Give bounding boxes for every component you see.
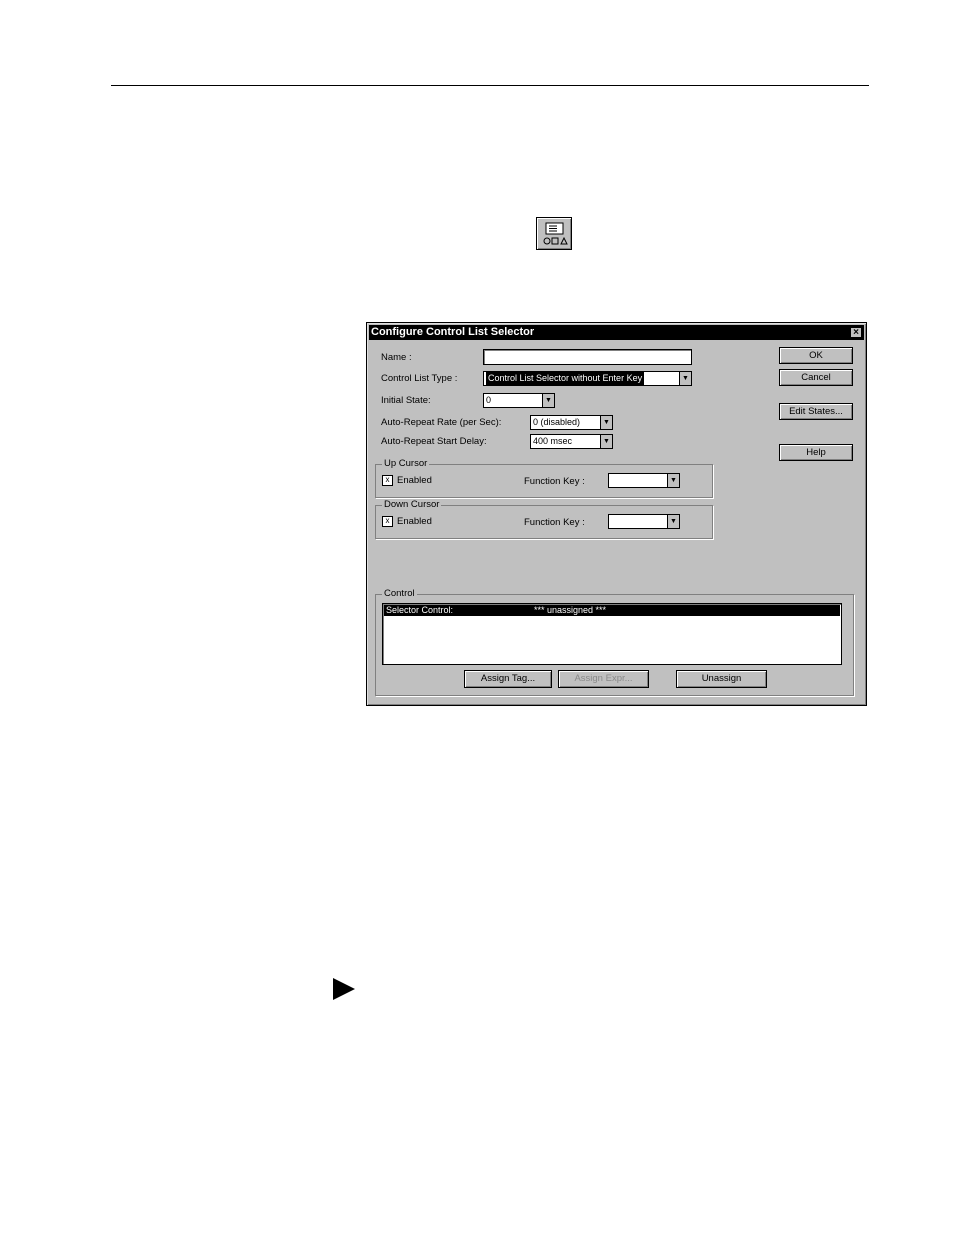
control-list-type-value: Control List Selector without Enter Key [486, 372, 645, 385]
auto-repeat-delay-select[interactable]: 400 msec ▼ [530, 434, 613, 449]
note-arrow-icon [333, 978, 355, 1000]
control-listbox[interactable]: Selector Control: *** unassigned *** [382, 603, 842, 665]
chevron-down-icon[interactable]: ▼ [542, 394, 554, 407]
auto-repeat-rate-label: Auto-Repeat Rate (per Sec): [381, 417, 502, 428]
page-rule [111, 85, 869, 86]
list-item[interactable]: Selector Control: *** unassigned *** [384, 605, 840, 616]
initial-state-select[interactable]: 0 ▼ [483, 393, 555, 408]
dialog-title: Configure Control List Selector [371, 326, 535, 338]
up-cursor-enabled-label: Enabled [397, 475, 432, 487]
dialog-titlebar: Configure Control List Selector × [369, 325, 864, 340]
configure-control-list-selector-dialog: Configure Control List Selector × Name :… [366, 322, 867, 706]
down-cursor-function-key-select[interactable]: ▼ [608, 514, 680, 529]
down-cursor-group-title: Down Cursor [382, 499, 442, 510]
chevron-down-icon[interactable]: ▼ [600, 416, 612, 429]
edit-states-button[interactable]: Edit States... [779, 403, 853, 420]
down-cursor-enabled-checkbox[interactable]: x Enabled [382, 516, 432, 527]
name-label: Name : [381, 352, 412, 363]
list-item-value: *** unassigned *** [534, 605, 607, 615]
up-cursor-enabled-checkbox[interactable]: x Enabled [382, 475, 432, 486]
auto-repeat-delay-label: Auto-Repeat Start Delay: [381, 436, 487, 447]
up-cursor-function-key-select[interactable]: ▼ [608, 473, 680, 488]
initial-state-value: 0 [486, 395, 492, 405]
assign-expr-button[interactable]: Assign Expr... [558, 670, 649, 688]
chevron-down-icon[interactable]: ▼ [679, 372, 691, 385]
chevron-down-icon[interactable]: ▼ [667, 515, 679, 528]
ok-button[interactable]: OK [779, 347, 853, 364]
down-cursor-function-key-label: Function Key : [524, 517, 585, 528]
assign-tag-button[interactable]: Assign Tag... [464, 670, 552, 688]
down-cursor-group: Down Cursor x Enabled Function Key : ▼ [375, 499, 713, 539]
auto-repeat-rate-value: 0 (disabled) [533, 417, 581, 427]
control-list-type-select[interactable]: Control List Selector without Enter Key … [483, 371, 692, 386]
check-icon: x [382, 516, 393, 527]
auto-repeat-rate-select[interactable]: 0 (disabled) ▼ [530, 415, 613, 430]
list-item-name: Selector Control: [386, 605, 454, 615]
cancel-button[interactable]: Cancel [779, 369, 853, 386]
up-cursor-group-title: Up Cursor [382, 458, 430, 469]
chevron-down-icon[interactable]: ▼ [667, 474, 679, 487]
control-group-title: Control [382, 588, 417, 599]
up-cursor-group: Up Cursor x Enabled Function Key : ▼ [375, 458, 713, 498]
close-button[interactable]: × [850, 327, 862, 338]
auto-repeat-delay-value: 400 msec [533, 436, 573, 446]
up-cursor-function-key-label: Function Key : [524, 476, 585, 487]
close-icon: × [853, 327, 859, 338]
down-cursor-enabled-label: Enabled [397, 516, 432, 528]
help-button[interactable]: Help [779, 444, 853, 461]
check-icon: x [382, 475, 393, 486]
name-input[interactable] [483, 349, 692, 365]
control-list-selector-tool-icon [536, 217, 572, 250]
unassign-button[interactable]: Unassign [676, 670, 767, 688]
control-list-type-label: Control List Type : [381, 373, 458, 384]
chevron-down-icon[interactable]: ▼ [600, 435, 612, 448]
initial-state-label: Initial State: [381, 395, 431, 406]
